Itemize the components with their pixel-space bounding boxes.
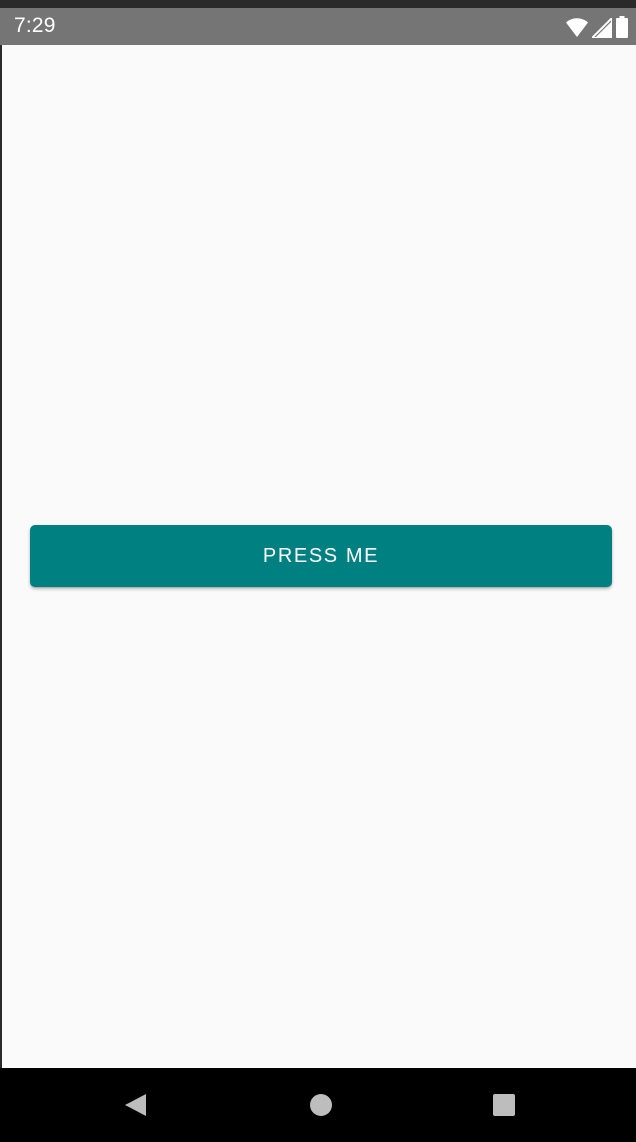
- main-content: PRESS ME: [2, 45, 636, 1068]
- phone-screen: 7:29 PRESS ME: [0, 0, 636, 1142]
- back-icon: [125, 1094, 146, 1116]
- cellular-signal-icon: [592, 18, 612, 38]
- recents-button[interactable]: [490, 1091, 518, 1119]
- press-me-button[interactable]: PRESS ME: [30, 525, 612, 587]
- battery-icon: [616, 16, 628, 38]
- navigation-bar: [0, 1068, 636, 1142]
- recents-icon: [493, 1094, 515, 1116]
- wifi-icon: [566, 18, 588, 37]
- status-icons: [566, 16, 628, 38]
- home-button[interactable]: [307, 1091, 335, 1119]
- device-bezel-top: [0, 0, 636, 8]
- home-icon: [310, 1094, 332, 1116]
- status-time: 7:29: [14, 14, 56, 37]
- status-bar: 7:29: [0, 8, 636, 45]
- back-button[interactable]: [121, 1091, 149, 1119]
